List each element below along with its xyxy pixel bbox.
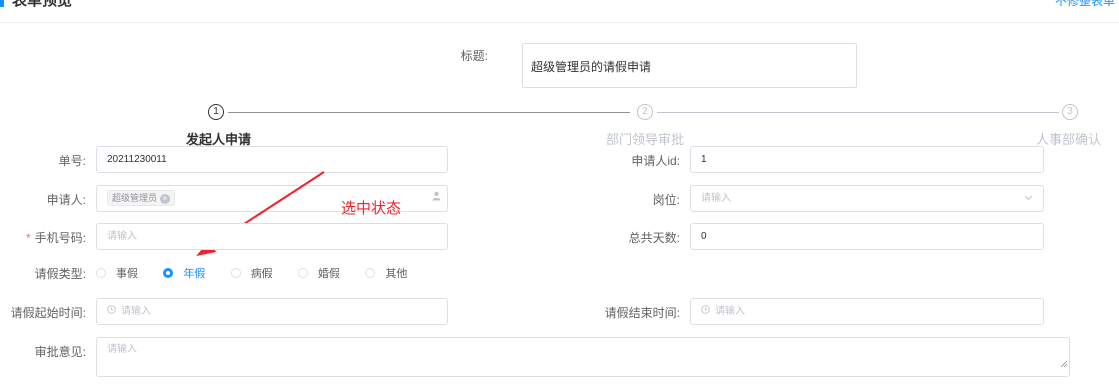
header-divider [0,22,1119,23]
radio-option-sick[interactable]: 病假 [230,265,273,281]
resize-handle-icon[interactable] [1060,355,1068,375]
radio-option-other[interactable]: 其他 [365,265,407,281]
total-days-input[interactable]: 0 [690,223,1044,250]
step-connector-1 [228,112,630,113]
radio-option-marriage[interactable]: 婚假 [298,265,340,281]
phone-input[interactable]: 请输入 [96,223,448,250]
position-label: 岗位: [652,193,680,207]
step-3-icon: 3 [1062,104,1078,120]
step-2-icon: 2 [637,104,653,120]
position-select[interactable]: 请输入 [690,185,1044,212]
end-time-label: 请假结束时间: [604,306,680,320]
step-1-icon: 1 [208,104,224,120]
clock-icon [701,299,710,324]
required-mark: * [25,231,31,245]
applicant-id-input[interactable]: 1 [690,146,1044,173]
tag-close-icon[interactable]: × [160,193,171,204]
leave-type-radio-group: 事假 年假 病假 婚假 其他 [96,265,407,281]
title-label: 标题: [460,49,488,63]
user-icon [432,186,441,211]
step-3-title: 人事部确认 [1036,132,1102,147]
applicant-label: 申请人: [46,193,86,207]
radio-option-personal[interactable]: 事假 [96,265,138,281]
radio-circle-icon [96,268,106,278]
radio-checked-icon [163,268,174,278]
start-time-label: 请假起始时间: [10,306,86,320]
comment-label: 审批意见: [34,345,86,359]
leave-type-label: 请假类型: [34,267,86,281]
clock-icon [107,299,116,324]
header-accent-bar [0,0,4,7]
page-title: 表单预览 [12,0,73,9]
radio-option-annual[interactable]: 年假 [163,265,205,281]
start-time-picker[interactable]: 请输入 [96,298,448,325]
applicant-tag: 超级管理员 × [107,190,176,207]
header-action-link[interactable]: 不修整表单 [1055,0,1115,9]
step-connector-2 [657,112,1059,113]
step-2-title: 部门领导审批 [606,132,685,147]
applicant-id-label: 申请人id: [631,154,680,168]
title-field[interactable]: 超级管理员的请假申请 [522,43,857,88]
annotation-text: 选中状态 [341,200,402,217]
order-no-label: 单号: [58,154,86,168]
total-days-label: 总共天数: [628,231,680,245]
position-placeholder: 请输入 [701,193,731,204]
end-time-picker[interactable]: 请输入 [690,298,1044,325]
chevron-down-icon [1024,186,1033,211]
radio-circle-icon [365,268,376,278]
phone-label: * 手机号码: [25,231,86,245]
comment-textarea[interactable]: 请输入 [96,337,1070,377]
radio-circle-icon [230,268,241,278]
radio-circle-icon [298,268,309,278]
